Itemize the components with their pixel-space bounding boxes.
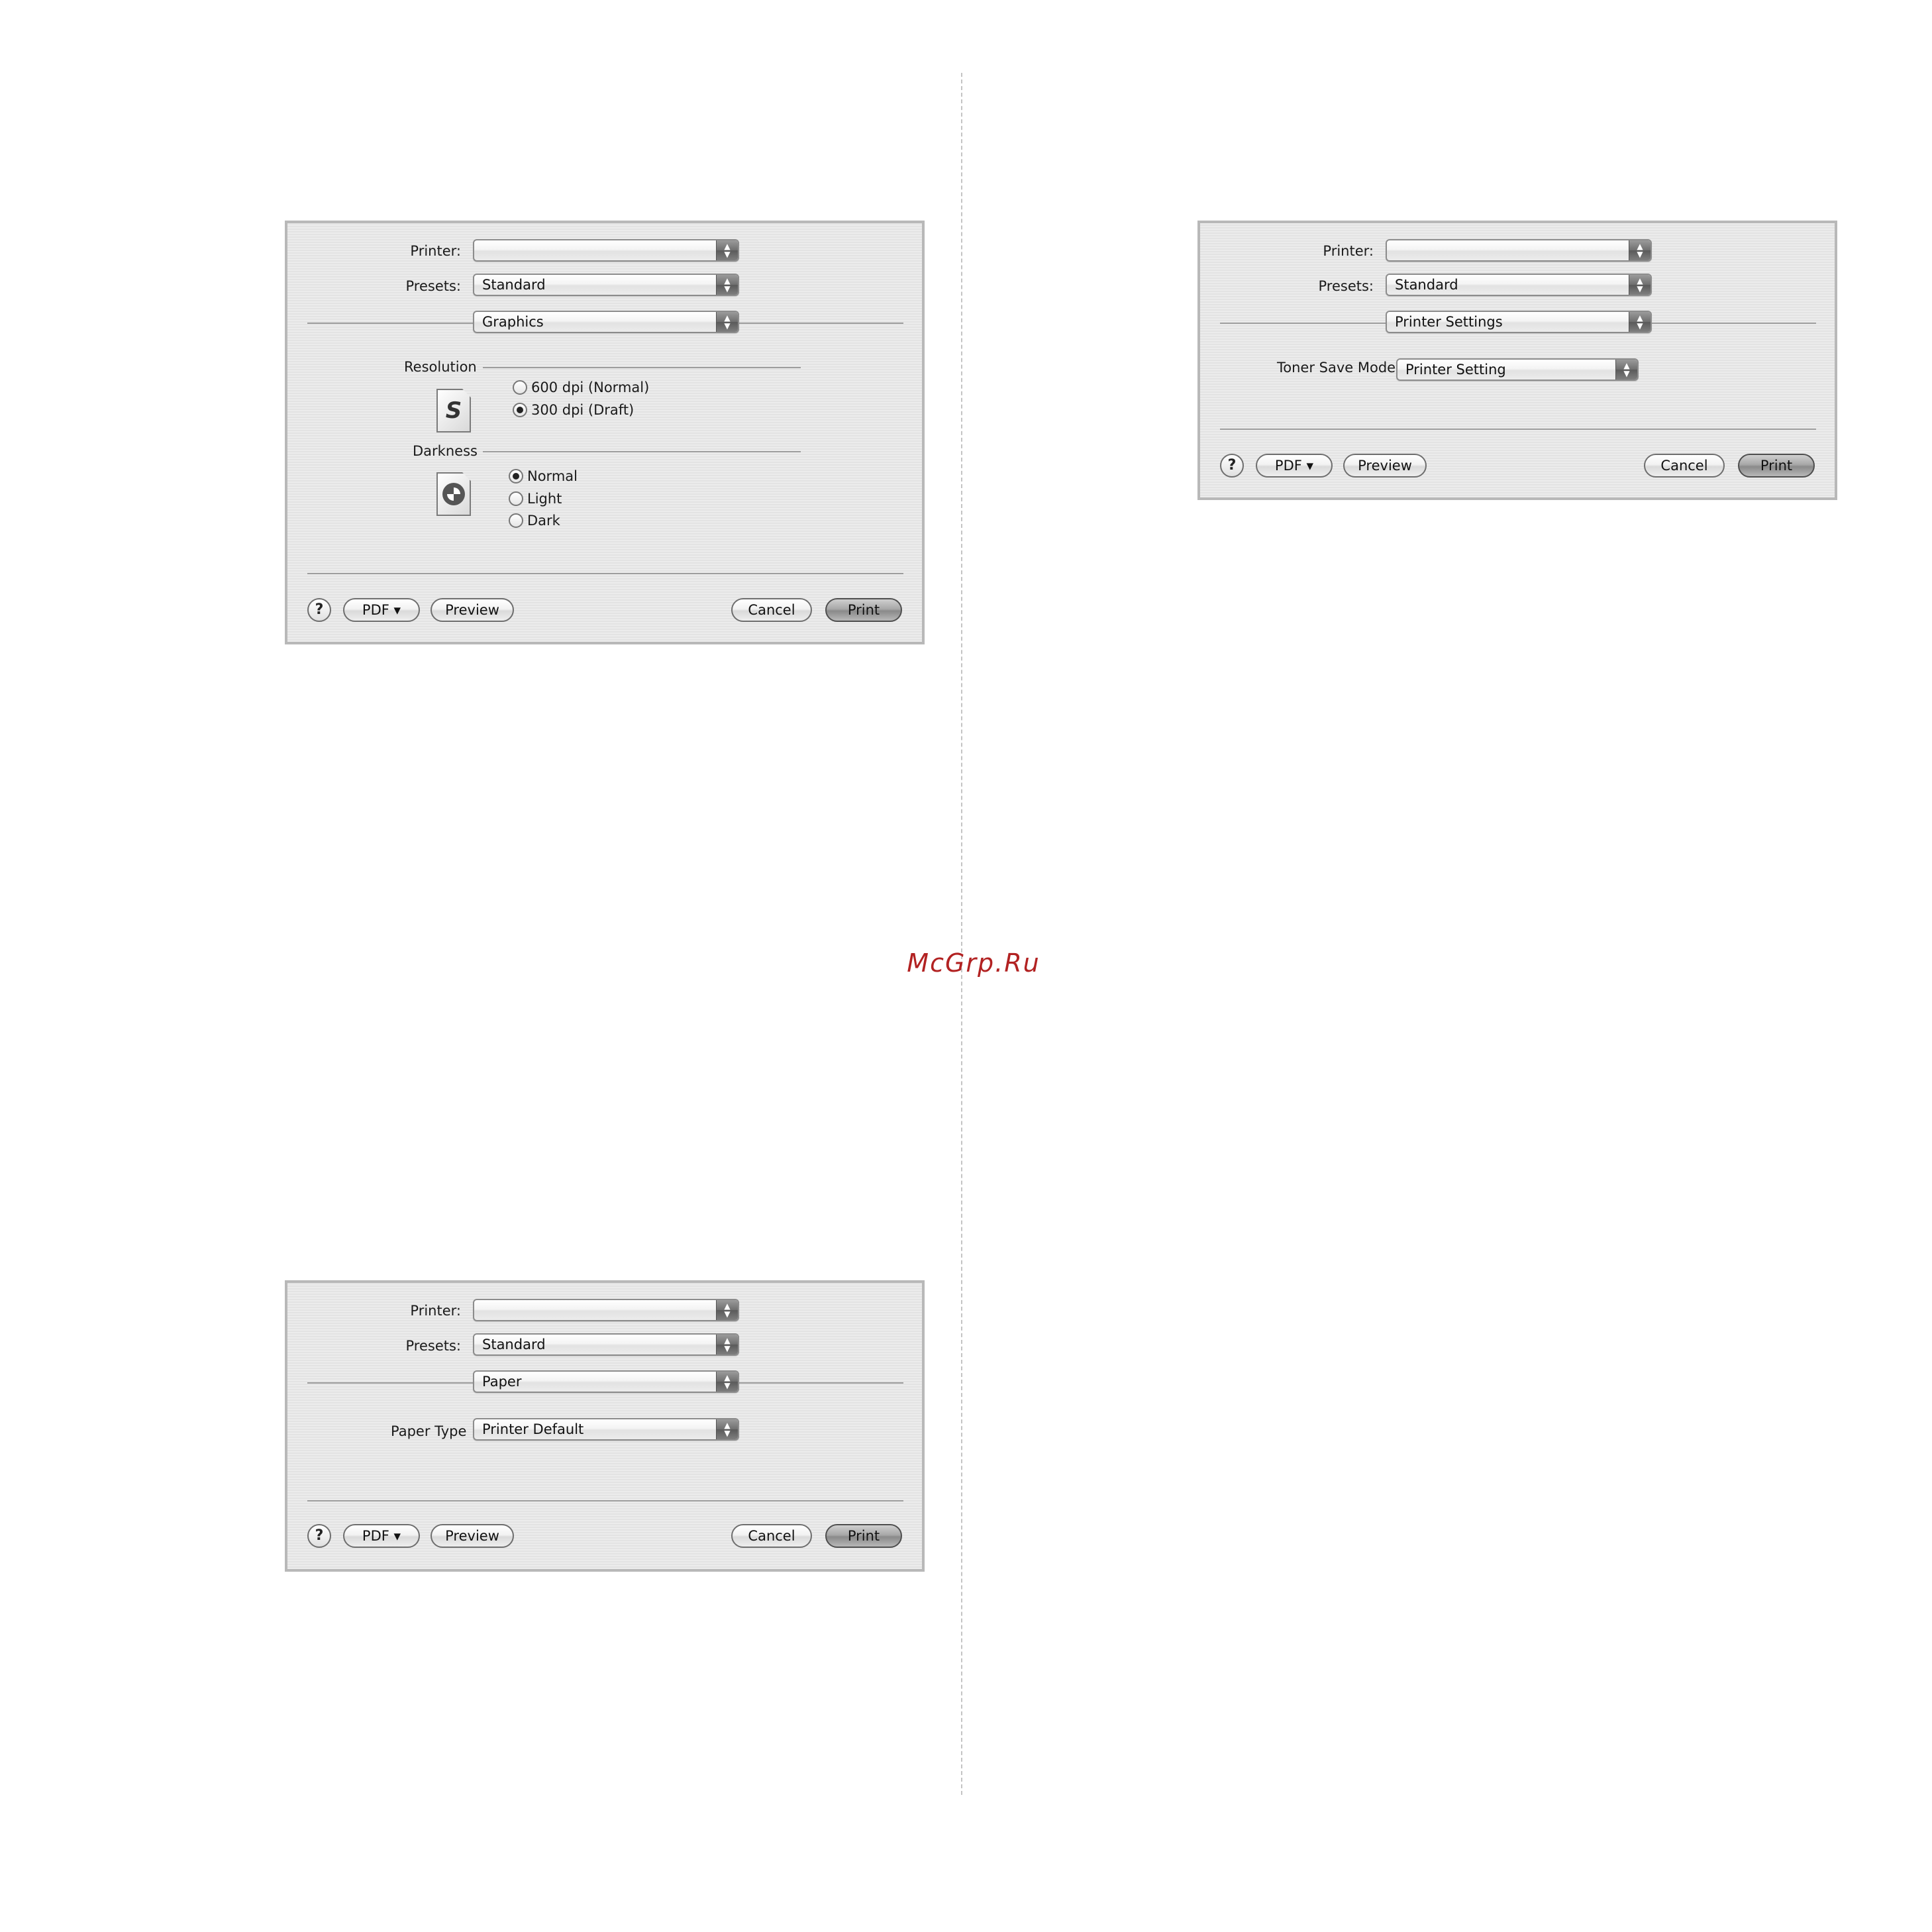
watermark: McGrp.Ru xyxy=(907,948,1041,978)
darkness-separator xyxy=(483,451,801,452)
footer-separator xyxy=(307,1500,903,1501)
print-button[interactable]: Print xyxy=(825,598,902,622)
resolution-document-icon: S xyxy=(436,389,471,432)
paper-type-popup[interactable]: Printer Default ▲ ▼ xyxy=(473,1418,739,1441)
popup-arrows-icon: ▲ ▼ xyxy=(716,275,738,295)
popup-arrows-icon: ▲ ▼ xyxy=(716,312,738,332)
panel-separator-right xyxy=(739,323,903,324)
presets-label: Presets: xyxy=(405,1338,462,1354)
radio-dark[interactable]: Dark xyxy=(509,513,560,529)
darkness-document-icon xyxy=(436,472,471,516)
radio-light-label: Light xyxy=(527,491,562,507)
presets-popup-value: Standard xyxy=(482,277,546,293)
help-button[interactable]: ? xyxy=(307,1524,331,1548)
presets-label: Presets: xyxy=(1318,278,1374,294)
darkness-label: Darkness xyxy=(413,443,478,459)
panel-separator-left xyxy=(307,1382,473,1384)
radio-button-selected-icon xyxy=(513,403,527,417)
radio-button-icon xyxy=(509,491,523,506)
cancel-button[interactable]: Cancel xyxy=(731,598,812,622)
radio-button-selected-icon xyxy=(509,469,523,483)
panel-separator-right xyxy=(1652,323,1816,324)
presets-popup[interactable]: Standard ▲ ▼ xyxy=(1386,274,1652,296)
presets-label: Presets: xyxy=(405,278,462,294)
radio-normal-label: Normal xyxy=(527,468,578,484)
popup-arrows-icon: ▲ ▼ xyxy=(716,1419,738,1439)
footer-separator xyxy=(307,573,903,574)
cancel-button[interactable]: Cancel xyxy=(731,1524,812,1548)
radio-button-icon xyxy=(513,380,527,395)
popup-arrows-icon: ▲ ▼ xyxy=(1629,312,1651,332)
printer-popup[interactable]: ▲ ▼ xyxy=(473,239,739,262)
radio-600dpi[interactable]: 600 dpi (Normal) xyxy=(513,380,649,395)
presets-popup-value: Standard xyxy=(482,1337,546,1352)
radio-button-icon xyxy=(509,513,523,528)
radio-300dpi[interactable]: 300 dpi (Draft) xyxy=(513,402,634,418)
print-dialog-printer-settings: Printer: ▲ ▼ Presets: Standard ▲ ▼ Printer… xyxy=(1197,221,1837,500)
preview-button[interactable]: Preview xyxy=(431,1524,514,1548)
popup-arrows-icon: ▲ ▼ xyxy=(716,240,738,260)
page-divider xyxy=(961,73,962,1795)
preview-button[interactable]: Preview xyxy=(431,598,514,622)
printer-label: Printer: xyxy=(1323,243,1374,259)
printer-popup[interactable]: ▲ ▼ xyxy=(473,1299,739,1321)
footer-separator xyxy=(1220,429,1816,430)
radio-600dpi-label: 600 dpi (Normal) xyxy=(531,380,650,395)
paper-type-label: Paper Type xyxy=(391,1423,467,1439)
toner-save-mode-value: Printer Setting xyxy=(1405,362,1506,378)
printer-popup[interactable]: ▲ ▼ xyxy=(1386,239,1652,262)
panel-popup-value: Graphics xyxy=(482,314,544,330)
pdf-button[interactable]: PDF ▾ xyxy=(1256,454,1333,478)
help-button[interactable]: ? xyxy=(307,598,331,622)
preview-button[interactable]: Preview xyxy=(1343,454,1427,478)
popup-arrows-icon: ▲ ▼ xyxy=(716,1335,738,1354)
radio-light[interactable]: Light xyxy=(509,491,562,507)
help-button[interactable]: ? xyxy=(1220,454,1244,478)
panel-separator-left xyxy=(307,323,473,324)
print-button[interactable]: Print xyxy=(825,1524,902,1548)
radio-normal[interactable]: Normal xyxy=(509,468,578,484)
presets-popup[interactable]: Standard ▲ ▼ xyxy=(473,1333,739,1356)
panel-popup[interactable]: Printer Settings ▲ ▼ xyxy=(1386,311,1652,333)
print-dialog-paper: Printer: ▲ ▼ Presets: Standard ▲ ▼ Paper ▲… xyxy=(285,1280,925,1572)
panel-separator-right xyxy=(739,1382,903,1384)
presets-popup[interactable]: Standard ▲ ▼ xyxy=(473,274,739,296)
radio-300dpi-label: 300 dpi (Draft) xyxy=(531,402,635,418)
pdf-button[interactable]: PDF ▾ xyxy=(343,1524,420,1548)
radio-dark-label: Dark xyxy=(527,513,560,529)
print-dialog-graphics: Printer: ▲ ▼ Presets: Standard ▲ ▼ Graphic… xyxy=(285,221,925,644)
popup-arrows-icon: ▲ ▼ xyxy=(1629,275,1651,295)
popup-arrows-icon: ▲ ▼ xyxy=(716,1372,738,1392)
panel-popup-value: Paper xyxy=(482,1374,522,1390)
pdf-button[interactable]: PDF ▾ xyxy=(343,598,420,622)
toner-save-mode-label: Toner Save Mode xyxy=(1277,360,1396,376)
print-button[interactable]: Print xyxy=(1738,454,1815,478)
resolution-separator xyxy=(483,367,801,368)
popup-arrows-icon: ▲ ▼ xyxy=(1629,240,1651,260)
cancel-button[interactable]: Cancel xyxy=(1644,454,1725,478)
panel-separator-left xyxy=(1220,323,1386,324)
printer-label: Printer: xyxy=(410,243,461,259)
popup-arrows-icon: ▲ ▼ xyxy=(716,1300,738,1320)
popup-arrows-icon: ▲ ▼ xyxy=(1615,360,1637,380)
presets-popup-value: Standard xyxy=(1395,277,1458,293)
panel-popup[interactable]: Paper ▲ ▼ xyxy=(473,1370,739,1393)
panel-popup[interactable]: Graphics ▲ ▼ xyxy=(473,311,739,333)
printer-label: Printer: xyxy=(410,1303,461,1319)
paper-type-value: Printer Default xyxy=(482,1421,584,1437)
toner-save-mode-popup[interactable]: Printer Setting ▲ ▼ xyxy=(1396,358,1639,381)
panel-popup-value: Printer Settings xyxy=(1395,314,1503,330)
resolution-label: Resolution xyxy=(404,359,477,375)
